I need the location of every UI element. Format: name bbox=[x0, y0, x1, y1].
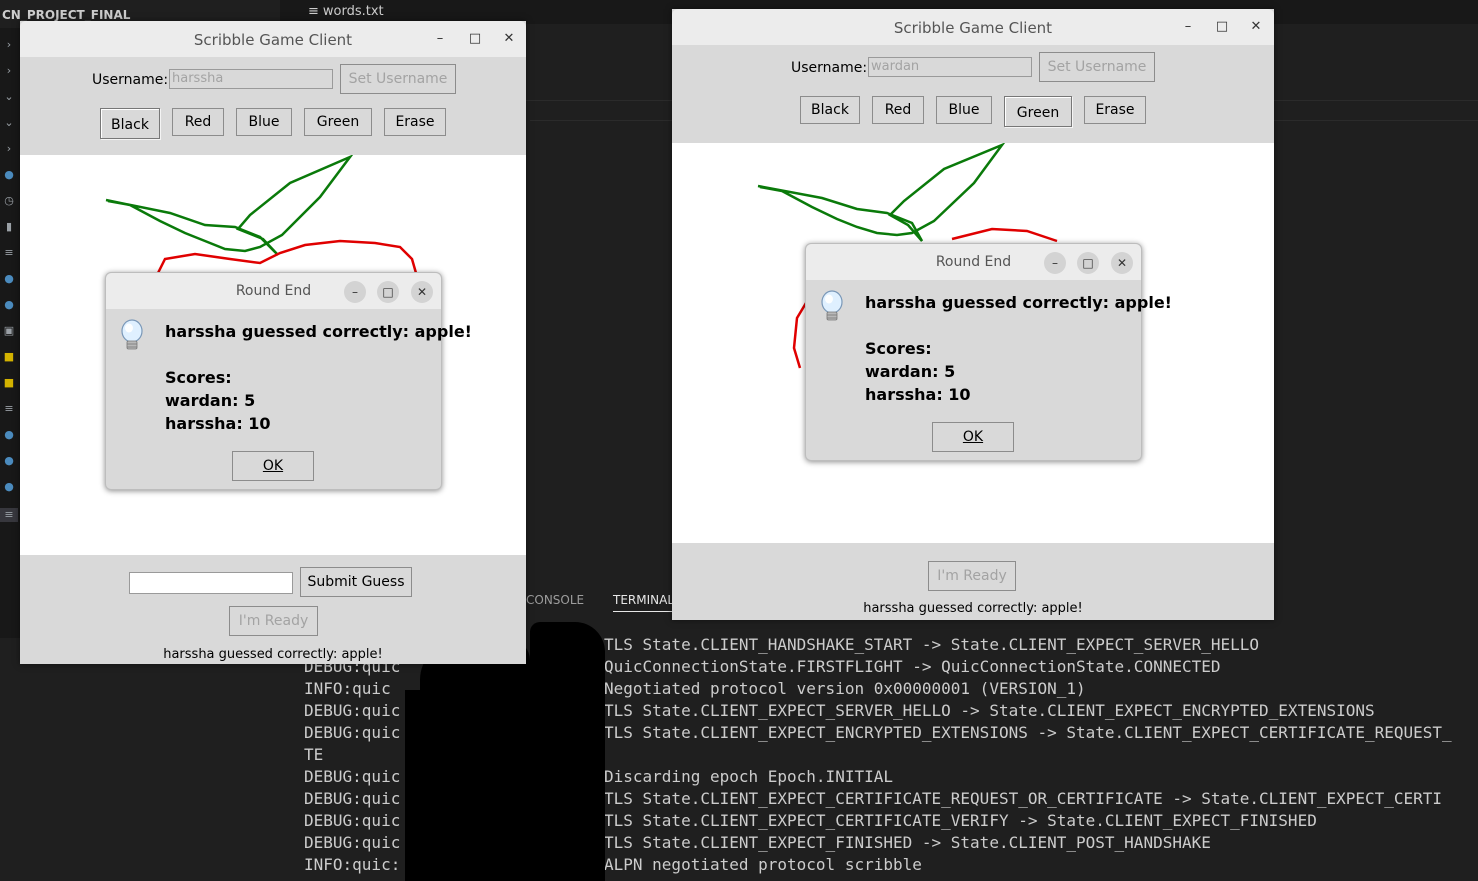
explorer-title: CN_PROJECT_FINAL bbox=[2, 8, 131, 22]
green-leaf-stroke bbox=[757, 142, 1006, 242]
maximize-icon[interactable]: □ bbox=[1213, 18, 1231, 36]
terminal-line-text: TLS State.CLIENT_EXPECT_CERTIFICATE_REQU… bbox=[604, 789, 1443, 808]
color-red-button[interactable]: Red bbox=[872, 96, 924, 124]
panel-tab-console[interactable]: CONSOLE bbox=[526, 593, 584, 607]
dialog-headline: harssha guessed correctly: apple! bbox=[865, 293, 1172, 312]
guess-input[interactable] bbox=[129, 572, 293, 594]
python-file-icon[interactable]: ● bbox=[2, 168, 16, 182]
ok-button[interactable]: OK bbox=[932, 422, 1014, 452]
chevron-right-icon[interactable]: › bbox=[2, 64, 16, 78]
dialog-titlebar: Round End – □ ✕ bbox=[106, 273, 441, 309]
color-black-button[interactable]: Black bbox=[800, 96, 860, 124]
chevron-down-icon[interactable]: ⌄ bbox=[2, 116, 16, 130]
terminal-line-text: Negotiated protocol version 0x00000001 (… bbox=[604, 679, 1086, 698]
terminal-line-text: Discarding epoch Epoch.INITIAL bbox=[604, 767, 893, 786]
python-file-icon[interactable]: ● bbox=[2, 298, 16, 312]
close-icon[interactable]: ✕ bbox=[1247, 18, 1265, 36]
ready-button[interactable]: I'm Ready bbox=[928, 561, 1016, 591]
scores-label: Scores: bbox=[165, 368, 232, 387]
status-text: harssha guessed correctly: apple! bbox=[163, 647, 383, 662]
terminal-line-text: TLS State.CLIENT_EXPECT_CERTIFICATE_VERI… bbox=[604, 811, 1317, 830]
scores-label: Scores: bbox=[865, 339, 932, 358]
status-text: harssha guessed correctly: apple! bbox=[863, 601, 1083, 616]
chevron-right-icon[interactable]: › bbox=[2, 142, 16, 156]
maximize-icon[interactable]: □ bbox=[1077, 252, 1099, 274]
lock-icon[interactable]: ■ bbox=[2, 350, 16, 364]
redaction-mark bbox=[530, 622, 605, 881]
python-file-icon[interactable]: ● bbox=[2, 454, 16, 468]
score-row: harssha: 10 bbox=[865, 385, 971, 404]
text-file-icon[interactable]: ≡ bbox=[0, 508, 18, 522]
ready-button[interactable]: I'm Ready bbox=[229, 606, 318, 636]
color-red-button[interactable]: Red bbox=[172, 108, 224, 136]
color-blue-button[interactable]: Blue bbox=[236, 108, 292, 136]
editor-tab-label: words.txt bbox=[322, 4, 384, 19]
terminal-line-text: QuicConnectionState.FIRSTFLIGHT -> QuicC… bbox=[604, 657, 1221, 676]
dialog-titlebar: Round End – □ ✕ bbox=[806, 244, 1141, 280]
python-file-icon[interactable]: ● bbox=[2, 272, 16, 286]
close-icon[interactable]: ✕ bbox=[500, 30, 518, 48]
editor-tab-words[interactable]: ≡ words.txt bbox=[308, 4, 384, 19]
set-username-button[interactable]: Set Username bbox=[1039, 52, 1155, 82]
round-end-dialog-left: Round End – □ ✕ harssha guessed correctl… bbox=[105, 272, 472, 490]
red-apple-stroke bbox=[951, 227, 1058, 243]
score-row: wardan: 5 bbox=[165, 391, 256, 410]
panel-tab-underline bbox=[613, 611, 673, 612]
color-blue-button[interactable]: Blue bbox=[936, 96, 992, 124]
lock-icon[interactable]: ■ bbox=[2, 376, 16, 390]
text-file-icon[interactable]: ≡ bbox=[2, 246, 16, 260]
username-field[interactable]: wardan bbox=[868, 57, 1032, 77]
panel-tab-terminal[interactable]: TERMINAL bbox=[613, 593, 674, 607]
submit-guess-button[interactable]: Submit Guess bbox=[300, 567, 412, 597]
lightbulb-info-icon bbox=[821, 290, 843, 321]
ok-button[interactable]: OK bbox=[232, 451, 314, 481]
score-row: harssha: 10 bbox=[165, 414, 271, 433]
terminal-line-text: TLS State.CLIENT_EXPECT_FINISHED -> Stat… bbox=[604, 833, 1211, 852]
terminal-line-text: ALPN negotiated protocol scribble bbox=[604, 855, 922, 874]
window-title: Scribble Game Client bbox=[193, 31, 353, 49]
minimize-icon[interactable]: – bbox=[1179, 18, 1197, 36]
dialog-headline: harssha guessed correctly: apple! bbox=[165, 322, 472, 341]
terminal-line-text: TLS State.CLIENT_HANDSHAKE_START -> Stat… bbox=[604, 635, 1260, 654]
close-icon[interactable]: ✕ bbox=[1111, 252, 1133, 274]
lightbulb-info-icon bbox=[121, 319, 143, 350]
chevron-right-icon[interactable]: › bbox=[2, 38, 16, 52]
maximize-icon[interactable]: □ bbox=[377, 281, 399, 303]
chevron-down-icon[interactable]: ⌄ bbox=[2, 90, 16, 104]
database-file-icon[interactable]: ▮ bbox=[2, 220, 16, 234]
activity-strip: › › ⌄ ⌄ › ● ◷ ▮ ≡ ● ● ▣ ■ ■ ≡ ● ● ● ≡ bbox=[0, 28, 20, 638]
username-field[interactable]: harssha bbox=[169, 69, 333, 89]
titlebar: Scribble Game Client – □ ✕ bbox=[672, 9, 1274, 45]
minimize-icon[interactable]: – bbox=[1044, 252, 1066, 274]
minimize-icon[interactable]: – bbox=[431, 30, 449, 48]
round-end-dialog-right: Round End – □ ✕ harssha guessed correctl… bbox=[805, 243, 1172, 461]
color-black-button[interactable]: Black bbox=[100, 108, 160, 139]
color-green-button[interactable]: Green bbox=[304, 108, 372, 136]
terminal-line-text: TLS State.CLIENT_EXPECT_SERVER_HELLO -> … bbox=[604, 701, 1375, 720]
set-username-button[interactable]: Set Username bbox=[340, 64, 456, 94]
red-apple-stroke bbox=[156, 239, 418, 274]
python-file-icon[interactable]: ● bbox=[2, 428, 16, 442]
score-row: wardan: 5 bbox=[865, 362, 956, 381]
maximize-icon[interactable]: □ bbox=[466, 30, 484, 48]
color-green-button[interactable]: Green bbox=[1004, 96, 1072, 127]
image-file-icon[interactable]: ▣ bbox=[2, 324, 16, 338]
green-leaf-stroke bbox=[105, 153, 354, 256]
username-label: Username: bbox=[92, 72, 169, 88]
erase-button[interactable]: Erase bbox=[1084, 96, 1146, 124]
text-file-icon: ≡ bbox=[308, 4, 319, 19]
terminal-line-text: TLS State.CLIENT_EXPECT_ENCRYPTED_EXTENS… bbox=[604, 723, 1452, 742]
username-label: Username: bbox=[791, 60, 868, 76]
titlebar: Scribble Game Client – □ ✕ bbox=[20, 21, 526, 57]
minimize-icon[interactable]: – bbox=[344, 281, 366, 303]
close-icon[interactable]: ✕ bbox=[411, 281, 433, 303]
erase-button[interactable]: Erase bbox=[384, 108, 446, 136]
text-file-icon[interactable]: ≡ bbox=[2, 402, 16, 416]
clock-icon[interactable]: ◷ bbox=[2, 194, 16, 208]
python-file-icon[interactable]: ● bbox=[2, 480, 16, 494]
